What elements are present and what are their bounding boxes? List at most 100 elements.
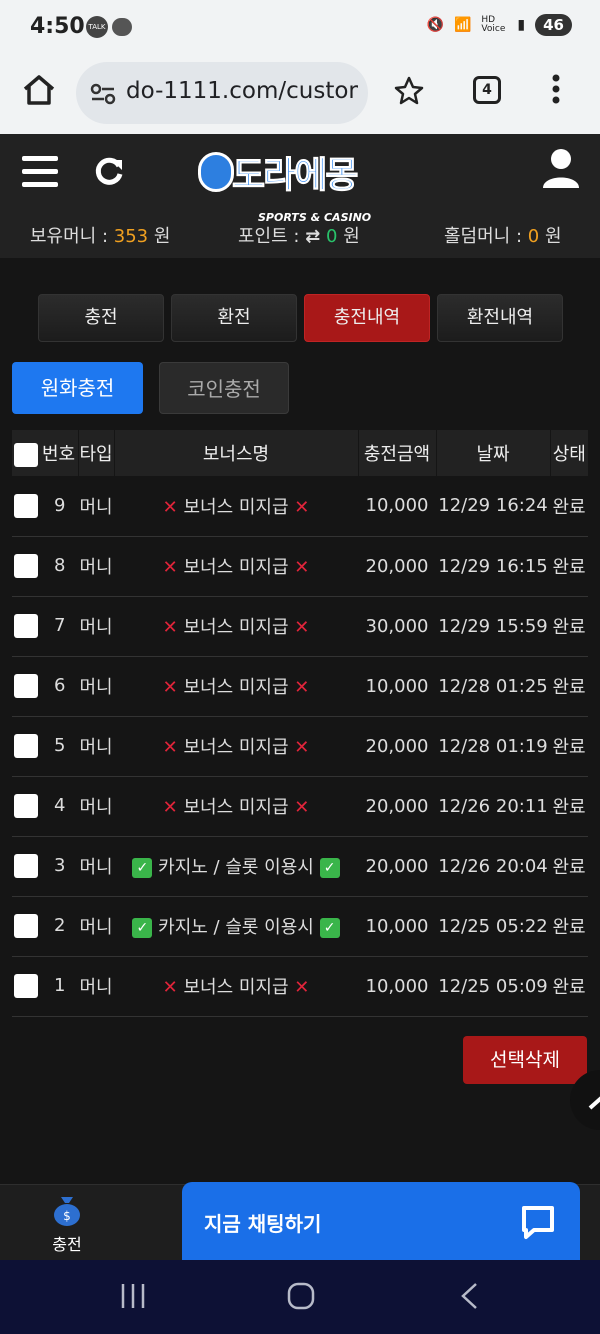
chat-label: 지금 채팅하기	[204, 1212, 322, 1236]
row-date: 12/28 01:19	[436, 716, 550, 777]
main-content: 충전 환전 충전내역 환전내역 원화충전 코인충전 번호 타입 보너스명 충전금…	[0, 258, 600, 1184]
col-status: 상태	[550, 430, 588, 476]
row-checkbox[interactable]	[14, 674, 38, 698]
row-checkbox[interactable]	[14, 854, 38, 878]
row-bonus: 보너스 미지급	[183, 496, 289, 518]
header-select-number: 번호	[12, 430, 79, 476]
row-select-cell: 1	[12, 956, 78, 1017]
row-checkbox[interactable]	[14, 974, 38, 998]
message-notification-icon	[112, 18, 132, 36]
row-bonus: 보너스 미지급	[183, 557, 289, 578]
cross-mark-icon: ✕	[294, 797, 310, 818]
row-bonus: 카지노 / 슬롯 이용시	[158, 917, 314, 938]
row-checkbox[interactable]	[14, 493, 38, 518]
holdem-display: 홀덤머니 : 0 원	[444, 222, 562, 248]
table-row[interactable]: 6 머니 ✕ 보너스 미지급 ✕ 10,000 12/28 01:25 완료	[12, 656, 588, 717]
table-row[interactable]: 5 머니 ✕ 보너스 미지급 ✕ 20,000 12/28 01:19 완료	[12, 716, 588, 777]
row-checkbox[interactable]	[14, 614, 38, 638]
row-status: 완료	[550, 836, 588, 897]
row-bonus: 보너스 미지급	[183, 797, 289, 818]
svg-text:$: $	[63, 1209, 71, 1223]
row-number: 7	[54, 615, 66, 636]
bottom-nav-charge[interactable]: $ 충전	[50, 1193, 84, 1255]
home-icon[interactable]	[22, 74, 56, 106]
table-row[interactable]: 1 머니 ✕ 보너스 미지급 ✕ 10,000 12/25 05:09 완료	[12, 956, 588, 1017]
check-mark-icon: ✓	[132, 918, 153, 938]
more-menu-icon[interactable]	[552, 74, 560, 104]
site-header: 도라에몽 SPORTS & CASINO 보유머니 : 353 원 포인트 : …	[0, 134, 600, 258]
row-date: 12/25 05:09	[436, 956, 550, 1017]
url-text[interactable]: do-1111.com/custome	[126, 78, 358, 104]
table-row[interactable]: 4 머니 ✕ 보너스 미지급 ✕ 20,000 12/26 20:11 완료	[12, 776, 588, 837]
tab-charge[interactable]: 충전	[38, 294, 164, 342]
row-type: 머니	[78, 536, 114, 597]
cross-mark-icon: ✕	[162, 737, 178, 758]
sub-tab-bar: 원화충전 코인충전	[12, 362, 289, 414]
delete-selected-button[interactable]: 선택삭제	[463, 1036, 587, 1084]
bottom-nav-charge-label: 충전	[52, 1235, 82, 1254]
table-row[interactable]: 9 머니 ✕ 보너스 미지급 ✕ 10,000 12/29 16:24 완료	[12, 476, 588, 537]
bookmark-star-icon[interactable]	[394, 76, 424, 106]
row-bonus: 보너스 미지급	[183, 737, 289, 758]
address-bar[interactable]: do-1111.com/custome	[76, 62, 368, 124]
holdem-label: 홀덤머니 :	[444, 226, 523, 247]
row-date: 12/26 20:11	[436, 776, 550, 837]
refresh-icon[interactable]	[92, 154, 126, 188]
live-chat-button[interactable]: 지금 채팅하기	[182, 1182, 580, 1260]
row-checkbox[interactable]	[14, 734, 38, 758]
row-type: 머니	[78, 956, 114, 1017]
cross-mark-icon: ✕	[162, 797, 178, 818]
select-all-checkbox[interactable]	[14, 442, 38, 467]
tab-switcher-button[interactable]: 4	[473, 76, 501, 104]
point-value: 0	[326, 226, 338, 247]
balance-unit: 원	[153, 226, 171, 247]
back-icon[interactable]	[460, 1282, 478, 1310]
row-bonus-cell: ✕ 보너스 미지급 ✕	[114, 596, 358, 657]
col-amount: 충전금액	[358, 430, 437, 476]
row-date: 12/28 01:25	[436, 656, 550, 717]
row-type: 머니	[78, 596, 114, 657]
point-unit: 원	[343, 226, 360, 247]
mute-icon: 🔇	[426, 17, 444, 33]
row-amount: 20,000	[358, 836, 436, 897]
row-select-cell: 5	[12, 716, 78, 777]
row-amount: 10,000	[358, 956, 436, 1017]
row-amount: 10,000	[358, 896, 436, 957]
site-settings-icon[interactable]	[90, 82, 116, 106]
row-bonus-cell: ✕ 보너스 미지급 ✕	[114, 956, 358, 1017]
user-profile-icon[interactable]	[542, 148, 580, 188]
row-checkbox[interactable]	[14, 554, 38, 578]
row-bonus: 카지노 / 슬롯 이용시	[158, 857, 314, 878]
subtab-won-charge[interactable]: 원화충전	[12, 362, 143, 414]
home-button-icon[interactable]	[287, 1282, 315, 1310]
row-number: 3	[54, 855, 66, 876]
tab-exchange[interactable]: 환전	[171, 294, 297, 342]
row-checkbox[interactable]	[14, 914, 38, 938]
table-row[interactable]: 8 머니 ✕ 보너스 미지급 ✕ 20,000 12/29 16:15 완료	[12, 536, 588, 597]
cross-mark-icon: ✕	[162, 977, 178, 998]
point-convert-icon[interactable]: ⇄	[305, 226, 320, 247]
cross-mark-icon: ✕	[294, 737, 310, 758]
table-row[interactable]: 2 머니 ✓ 카지노 / 슬롯 이용시 ✓ 10,000 12/25 05:22 완료	[12, 896, 588, 957]
table-row[interactable]: 3 머니 ✓ 카지노 / 슬롯 이용시 ✓ 20,000 12/26 20:04 완료	[12, 836, 588, 897]
col-date: 날짜	[436, 430, 551, 476]
row-type: 머니	[78, 716, 114, 777]
table-row[interactable]: 7 머니 ✕ 보너스 미지급 ✕ 30,000 12/29 15:59 완료	[12, 596, 588, 657]
row-status: 완료	[550, 776, 588, 837]
row-checkbox[interactable]	[14, 794, 38, 818]
row-date: 12/29 16:15	[436, 536, 550, 597]
row-number: 4	[54, 795, 66, 816]
row-amount: 20,000	[358, 536, 436, 597]
tab-charge-history[interactable]: 충전내역	[304, 294, 430, 342]
charge-history-table: 번호 타입 보너스명 충전금액 날짜 상태 9 머니 ✕ 보너스 미지급 ✕ 10,0…	[12, 430, 588, 1017]
balance-value: 353	[113, 226, 149, 247]
recent-apps-icon[interactable]	[120, 1282, 146, 1310]
subtab-coin-charge[interactable]: 코인충전	[159, 362, 289, 414]
row-date: 12/29 15:59	[436, 596, 550, 657]
clock: 4:50	[30, 14, 85, 39]
tab-exchange-history[interactable]: 환전내역	[437, 294, 563, 342]
site-logo[interactable]: 도라에몽 SPORTS & CASINO	[196, 144, 406, 224]
row-status: 완료	[550, 596, 588, 657]
hamburger-menu-icon[interactable]	[22, 156, 58, 188]
row-type: 머니	[78, 656, 114, 717]
